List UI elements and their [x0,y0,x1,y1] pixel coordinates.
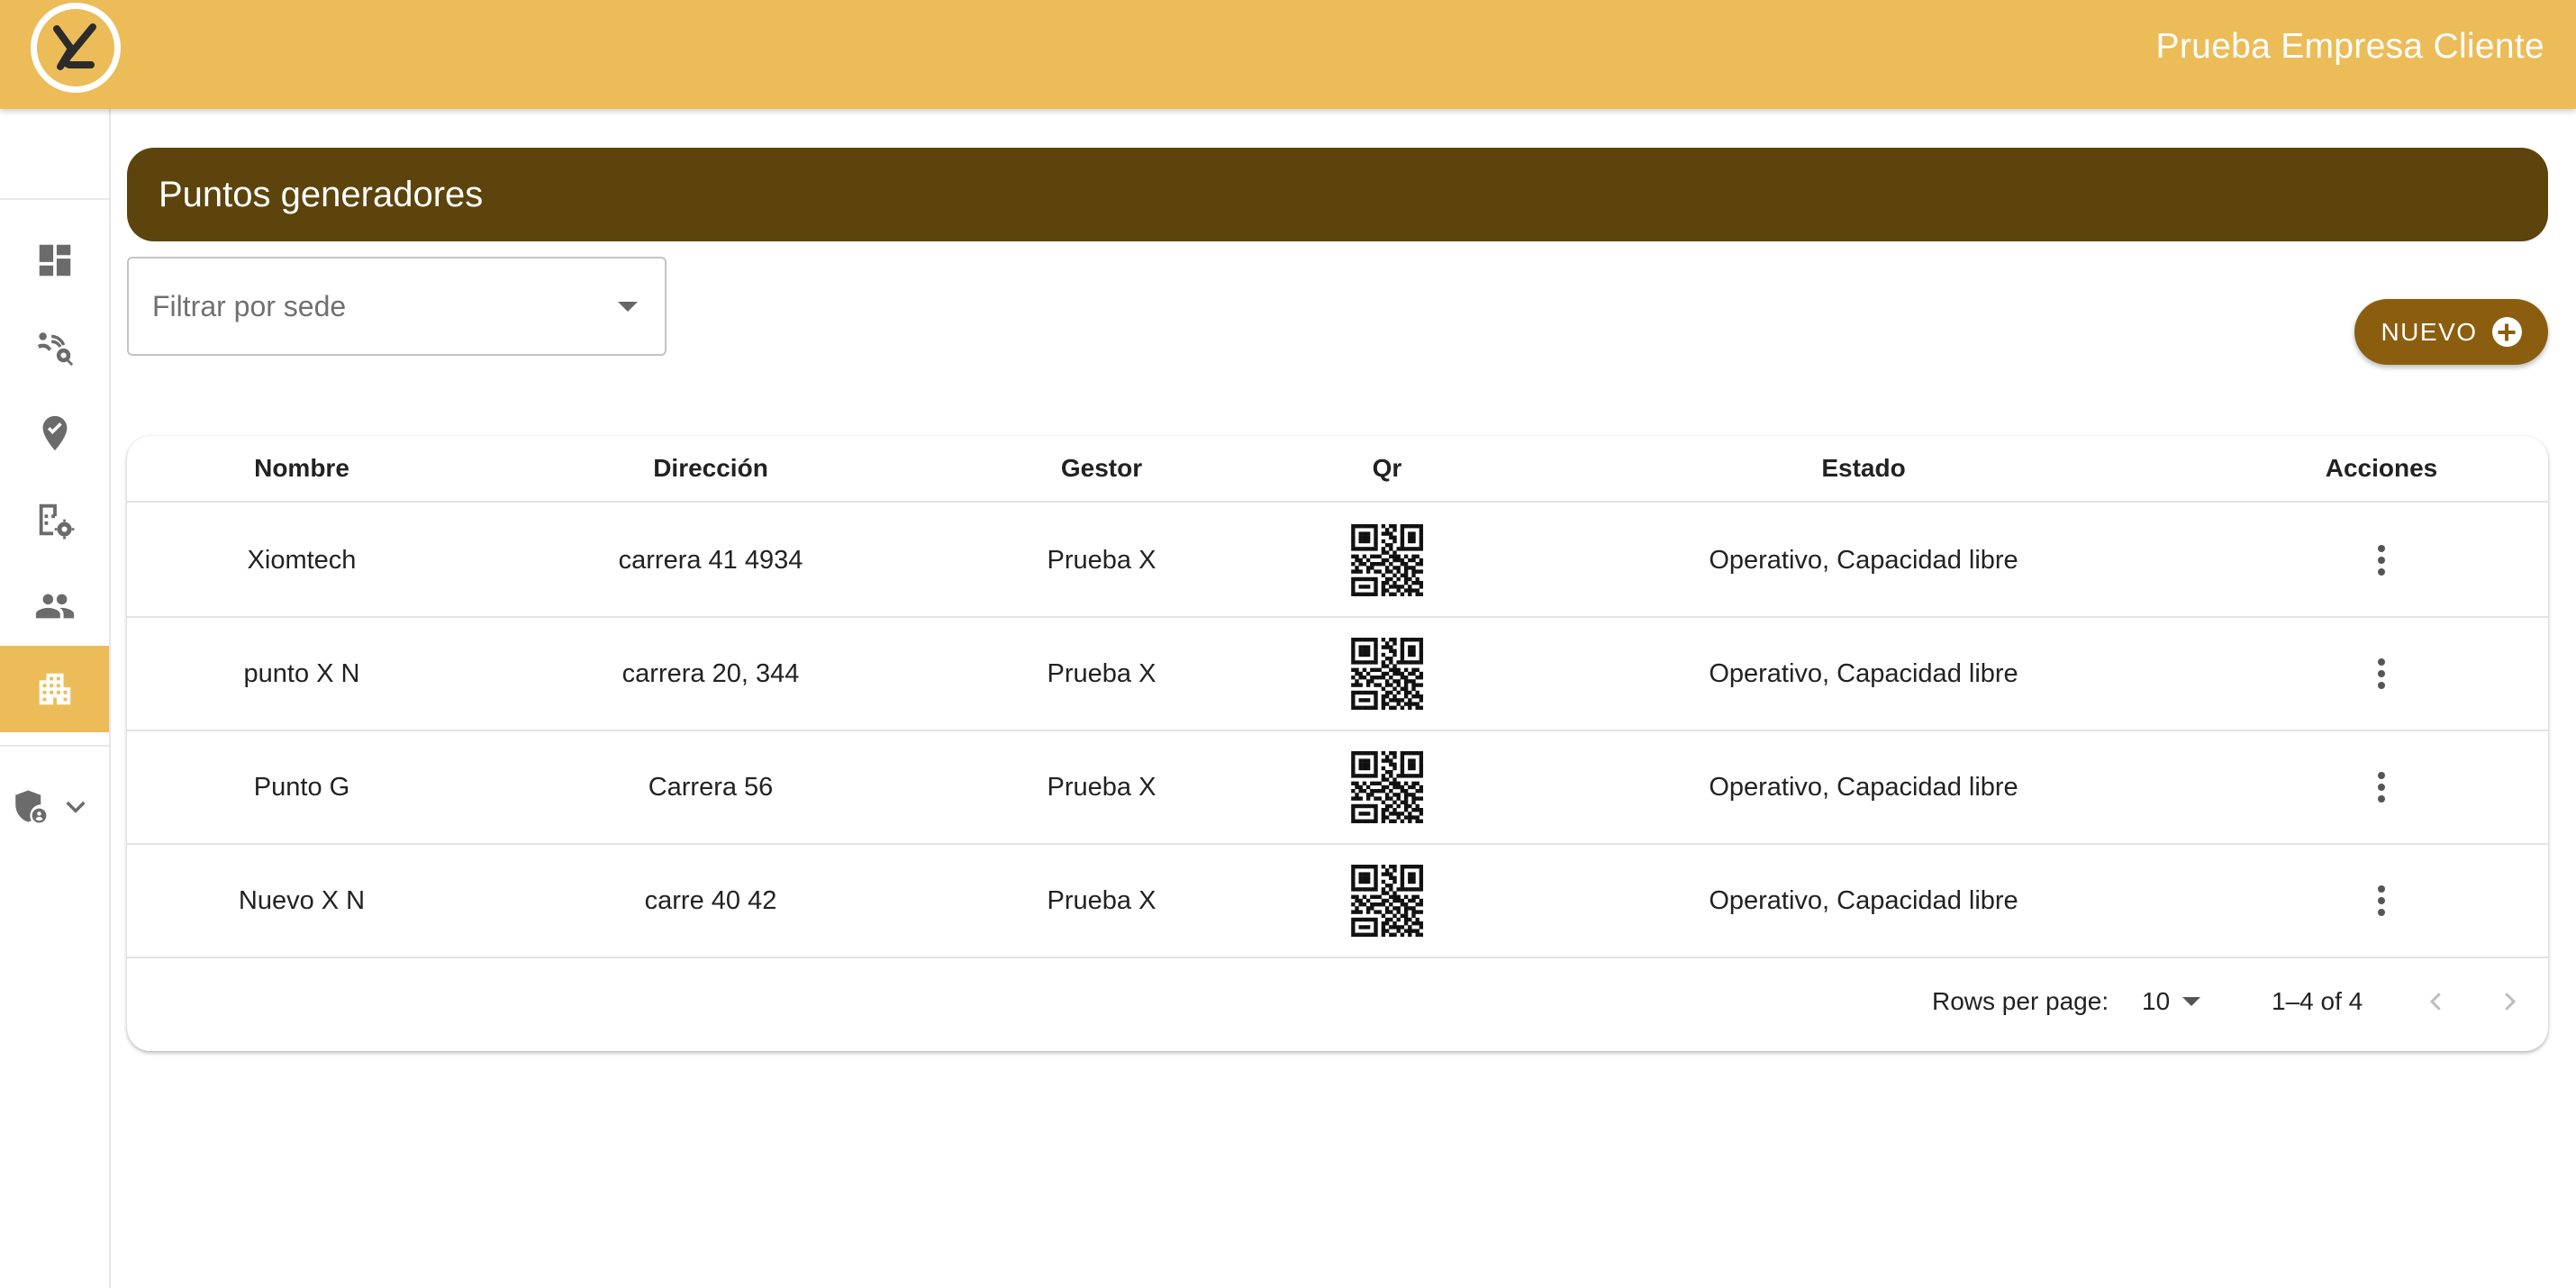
table-pagination: Rows per page: 10 1–4 of 4 [127,957,2548,1047]
apartment-icon [39,673,70,705]
cell-estado: Operativo, Capacidad libre [1709,772,2018,802]
sidebar-item-users[interactable] [0,563,109,649]
sidebar-divider [0,198,109,200]
cell-gestor: Prueba X [1047,885,1156,915]
more-vert-icon [2378,658,2385,689]
site-filter-select[interactable]: Filtrar por sede [127,257,667,356]
row-actions-button[interactable] [2378,504,2385,616]
cell-gestor: Prueba X [1047,658,1156,688]
site-filter-placeholder: Filtrar por sede [152,289,347,322]
row-actions-button[interactable] [2378,731,2385,843]
sidebar [0,109,111,1288]
cell-estado: Operativo, Capacidad libre [1709,545,2018,575]
cell-gestor: Prueba X [1047,772,1156,802]
cell-estado: Operativo, Capacidad libre [1709,885,2018,915]
new-button-label: NUEVO [2381,317,2478,346]
x-logo-icon [53,23,96,70]
row-actions-button[interactable] [2378,618,2385,730]
chevron-right-icon [2505,993,2517,1011]
cell-nombre: Nuevo X N [238,885,366,915]
caret-down-icon [2182,997,2201,1006]
sidebar-divider [0,745,109,747]
previous-page-button[interactable] [2423,957,2450,1047]
cell-direccion: Carrera 56 [648,772,774,802]
chevron-down-icon [65,801,86,813]
more-vert-icon [2378,885,2385,916]
cell-nombre: Punto G [253,772,350,802]
column-header-gestor[interactable]: Gestor [1061,436,1142,501]
column-header-nombre[interactable]: Nombre [254,436,349,501]
row-actions-button[interactable] [2378,845,2385,957]
sidebar-item-locations[interactable] [0,390,109,476]
points-table: Nombre Dirección Gestor Qr Estado Accion… [127,436,2548,1051]
cell-direccion: carrera 20, 344 [621,658,800,688]
page-title: Puntos generadores [159,174,484,214]
cell-estado: Operativo, Capacidad libre [1709,658,2018,688]
qr-code-image[interactable] [1351,618,1423,730]
qr-code-icon [1351,638,1423,710]
table-row[interactable]: Xiomtech carrera 41 4934 Prueba X Operat… [127,504,2548,618]
table-header: Nombre Dirección Gestor Qr Estado Accion… [127,436,2548,503]
next-page-button[interactable] [2496,957,2523,1047]
column-header-qr[interactable]: Qr [1373,436,1402,501]
sidebar-item-routes[interactable] [0,304,109,390]
qr-code-image[interactable] [1351,845,1423,957]
table-row[interactable]: punto X N carrera 20, 344 Prueba X Opera… [127,618,2548,731]
sidebar-item-generating-points[interactable] [0,646,109,732]
qr-code-icon [1351,865,1423,937]
more-vert-icon [2378,772,2385,803]
client-name[interactable]: Prueba Empresa Cliente [2156,27,2545,67]
logo[interactable] [31,3,121,93]
qr-code-icon [1351,751,1423,823]
new-button[interactable]: NUEVO [2354,299,2548,365]
dashboard-icon [39,244,70,277]
people-icon [35,594,74,619]
location-check-icon [42,415,67,451]
add-circle-icon [2491,317,2522,347]
cell-nombre: Xiomtech [247,545,357,575]
chevron-left-icon [2429,993,2441,1011]
sidebar-item-admin[interactable] [0,763,109,849]
cell-direccion: carrera 41 4934 [618,545,803,575]
app-bar: Prueba Empresa Cliente [0,0,2576,109]
cell-direccion: carre 40 42 [644,885,777,915]
route-tracking-icon [37,332,73,367]
page-header: Puntos generadores [127,148,2548,241]
sidebar-item-dashboard[interactable] [0,217,109,304]
qr-code-icon [1351,524,1423,596]
table-row[interactable]: Punto G Carrera 56 Prueba X Operativo, C… [127,731,2548,845]
more-vert-icon [2378,545,2385,576]
qr-code-image[interactable] [1351,731,1423,843]
column-header-estado[interactable]: Estado [1821,436,1905,501]
rows-per-page-value: 10 [2142,987,2171,1015]
rows-per-page-select[interactable]: 10 [2142,957,2201,1047]
table-row[interactable]: Nuevo X N carre 40 42 Prueba X Operativo… [127,845,2548,958]
admin-shield-icon [14,790,46,823]
page-range: 1–4 of 4 [2272,987,2363,1015]
caret-down-icon [618,302,638,312]
column-header-direccion[interactable]: Dirección [653,436,768,501]
cell-nombre: punto X N [243,658,360,688]
rows-per-page-label: Rows per page: [1932,987,2109,1015]
sidebar-item-sites[interactable] [0,476,109,563]
column-header-acciones[interactable]: Acciones [2326,436,2438,501]
building-settings-icon [39,503,74,540]
cell-gestor: Prueba X [1047,545,1156,575]
qr-code-image[interactable] [1351,504,1423,616]
